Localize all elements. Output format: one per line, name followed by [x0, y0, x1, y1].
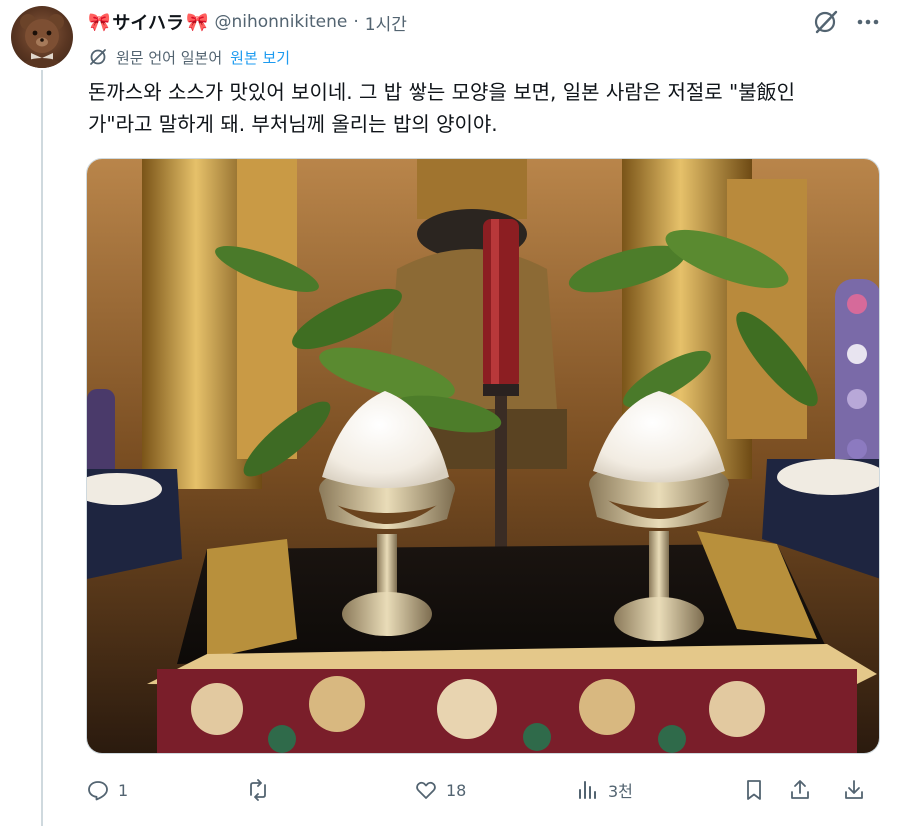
avatar[interactable] [11, 6, 73, 68]
like-count: 18 [446, 780, 467, 800]
translate-icon [90, 49, 106, 65]
post-time[interactable]: 1시간 [365, 10, 407, 35]
grok-icon[interactable] [812, 8, 840, 36]
like-button[interactable]: 18 [414, 772, 466, 808]
ribbon-emoji: 🎀 [88, 11, 111, 33]
bookmark-button[interactable] [742, 772, 766, 808]
thread-line [41, 70, 43, 826]
user-handle[interactable]: @nihonnikitene [214, 12, 347, 32]
views-icon [579, 781, 596, 799]
teddy-bear-avatar-image [20, 14, 64, 68]
display-name-text: サイハラ [112, 13, 185, 34]
ribbon-emoji: 🎀 [186, 11, 209, 33]
translation-row: 원문 언어 일본어 원본 보기 [88, 46, 290, 68]
reply-count: 1 [118, 780, 129, 800]
translation-label: 원문 언어 일본어 [116, 48, 223, 67]
heart-icon [416, 781, 436, 799]
reply-button[interactable]: 1 [86, 772, 128, 808]
post-header: 🎀 サイハラ 🎀 @nihonnikitene · 1시간 [88, 8, 407, 36]
repost-icon [250, 779, 266, 801]
separator-dot: · [353, 12, 359, 32]
action-bar: 1 18 3천 [86, 772, 882, 808]
show-original-link[interactable]: 원본 보기 [230, 47, 290, 68]
post-photo[interactable] [86, 158, 880, 754]
reply-icon [88, 781, 108, 801]
butsudan-rice-offering-photo [87, 159, 879, 753]
download-button[interactable] [842, 772, 866, 808]
views-count: 3천 [608, 782, 633, 801]
share-icon [791, 780, 809, 799]
display-name[interactable]: 🎀 サイハラ 🎀 [88, 9, 208, 35]
download-icon [845, 780, 863, 799]
repost-button[interactable] [246, 772, 278, 808]
more-icon[interactable] [854, 10, 882, 34]
post-text-line: 돈까스와 소스가 맛있어 보이네. 그 밥 쌓는 모양을 보면, 일본 사람은 … [88, 80, 796, 104]
post-text: 돈까스와 소스가 맛있어 보이네. 그 밥 쌓는 모양을 보면, 일본 사람은 … [88, 76, 888, 140]
share-button[interactable] [788, 772, 812, 808]
views-button[interactable]: 3천 [576, 772, 633, 808]
post-text-line: 가"라고 말하게 돼. 부처님께 올리는 밥의 양이야. [88, 112, 498, 136]
bookmark-icon [747, 780, 761, 800]
